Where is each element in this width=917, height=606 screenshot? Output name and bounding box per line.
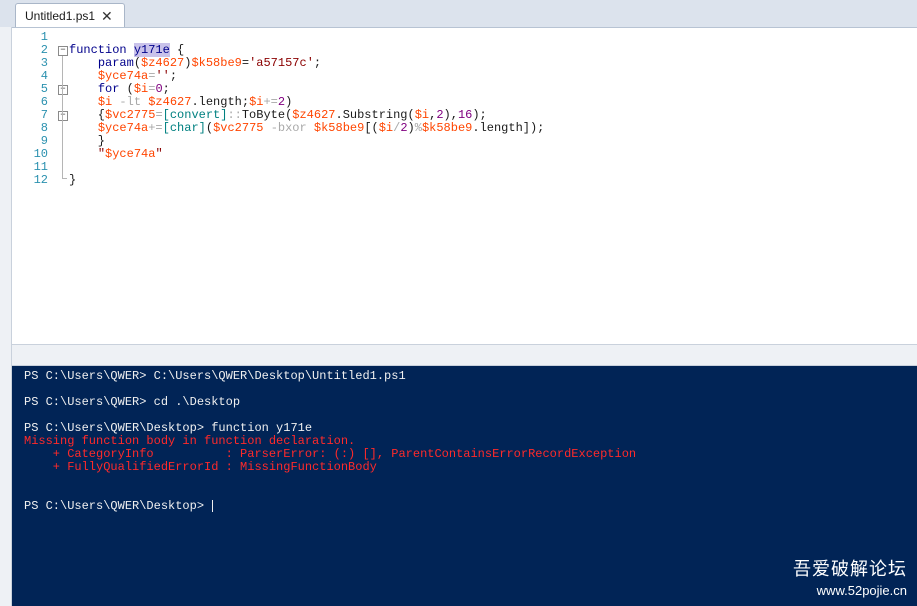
close-icon[interactable]: ✕ xyxy=(101,9,113,23)
code-line: $yce74a+=[char]($vc2775 -bxor $k58be9[($… xyxy=(97,121,545,135)
tab-untitled1[interactable]: Untitled1.ps1 ✕ xyxy=(15,3,125,27)
console-line: PS C:\Users\QWER> C:\Users\QWER\Desktop\… xyxy=(24,369,406,383)
left-edge xyxy=(0,27,12,606)
console-pane[interactable]: PS C:\Users\QWER> C:\Users\QWER\Desktop\… xyxy=(12,366,917,606)
error-line: + FullyQualifiedErrorId : MissingFunctio… xyxy=(24,460,377,474)
console-line: PS C:\Users\QWER> cd .\Desktop xyxy=(24,395,241,409)
fold-guide-end xyxy=(62,178,67,179)
line-number: 12 xyxy=(33,173,48,187)
pane-splitter[interactable] xyxy=(12,344,917,366)
code-line: "$yce74a" xyxy=(97,147,163,161)
tab-title: Untitled1.ps1 xyxy=(25,8,96,23)
script-editor[interactable]: 1 2 3 4 5 6 7 8 9 10 11 12 − − − functio… xyxy=(12,28,917,344)
text-cursor xyxy=(212,500,214,512)
fold-guide xyxy=(62,56,63,178)
watermark-title: 吾爱破解论坛 xyxy=(793,559,907,580)
collapse-icon[interactable]: − xyxy=(58,111,68,121)
prompt-text: PS C:\Users\QWER\Desktop> xyxy=(24,499,212,514)
collapse-icon[interactable]: − xyxy=(58,85,68,95)
console-prompt[interactable]: PS C:\Users\QWER\Desktop> xyxy=(24,499,214,514)
code-line: } xyxy=(69,173,77,187)
watermark: 吾爱破解论坛 www.52pojie.cn xyxy=(793,555,907,598)
collapse-icon[interactable]: − xyxy=(58,46,68,56)
tab-strip: Untitled1.ps1 ✕ xyxy=(0,0,917,28)
watermark-url: www.52pojie.cn xyxy=(816,583,907,598)
